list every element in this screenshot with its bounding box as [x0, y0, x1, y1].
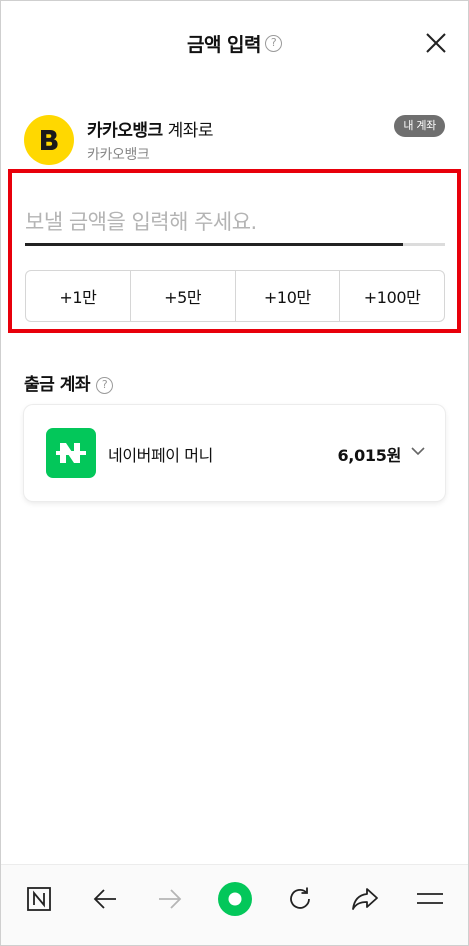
my-account-badge: 내 계좌 [394, 115, 445, 137]
page-title-text: 금액 입력 [186, 34, 262, 56]
source-account-label: 출금 계좌? [24, 370, 113, 395]
quick-amount-buttons: +1만 +5만 +10만 +100만 [25, 270, 445, 322]
forward-button[interactable] [152, 881, 188, 917]
back-arrow-icon [93, 889, 116, 909]
help-icon[interactable]: ? [265, 35, 283, 52]
close-icon [426, 33, 446, 53]
menu-icon [417, 893, 443, 904]
amount-input[interactable]: 보낼 금액을 입력해 주세요. [25, 206, 257, 236]
menu-button[interactable] [412, 881, 448, 917]
bottom-navigation-bar [1, 864, 468, 945]
add-100k-button[interactable]: +10만 [236, 271, 341, 321]
add-50k-button[interactable]: +5만 [131, 271, 236, 321]
chevron-down-icon [411, 447, 425, 456]
kakaobank-b-mark [41, 130, 58, 150]
naver-home-icon [27, 887, 51, 911]
source-account-balance: 6,015원 [337, 446, 401, 465]
kakaobank-logo-icon [24, 115, 74, 165]
amount-underline-fill [25, 243, 403, 246]
add-10k-button[interactable]: +1만 [26, 271, 131, 321]
recipient-title: 카카오뱅크 계좌로 [87, 116, 214, 141]
share-button[interactable] [347, 881, 383, 917]
back-button[interactable] [87, 881, 123, 917]
naverpay-icon [46, 428, 96, 478]
add-1m-button[interactable]: +100만 [340, 271, 444, 321]
recipient-account: 카카오뱅크 계좌로 카카오뱅크 내 계좌 [24, 113, 445, 169]
refresh-icon [290, 887, 310, 909]
share-icon [352, 888, 378, 910]
green-dot-button[interactable] [217, 881, 253, 917]
refresh-button[interactable] [282, 881, 318, 917]
source-account-label-text: 출금 계좌 [24, 375, 90, 395]
recipient-suffix: 계좌로 [162, 121, 214, 141]
header: 금액 입력? [0, 0, 469, 86]
green-dot-icon [218, 882, 252, 916]
recipient-bank-name: 카카오뱅크 [87, 121, 163, 141]
naver-home-button[interactable] [21, 881, 57, 917]
help-icon[interactable]: ? [95, 376, 113, 394]
page-title: 금액 입력? [0, 30, 469, 57]
source-account-selector[interactable]: 네이버페이 머니 6,015원 [24, 405, 445, 501]
forward-arrow-icon [159, 889, 182, 909]
amount-input-section: 보낼 금액을 입력해 주세요. +1만 +5만 +10만 +100만 [8, 169, 461, 333]
naverpay-n-mark [56, 443, 86, 463]
source-account-name: 네이버페이 머니 [108, 446, 213, 465]
recipient-sub-label: 카카오뱅크 [87, 147, 150, 163]
close-button[interactable] [423, 30, 449, 56]
amount-underline [25, 243, 445, 246]
